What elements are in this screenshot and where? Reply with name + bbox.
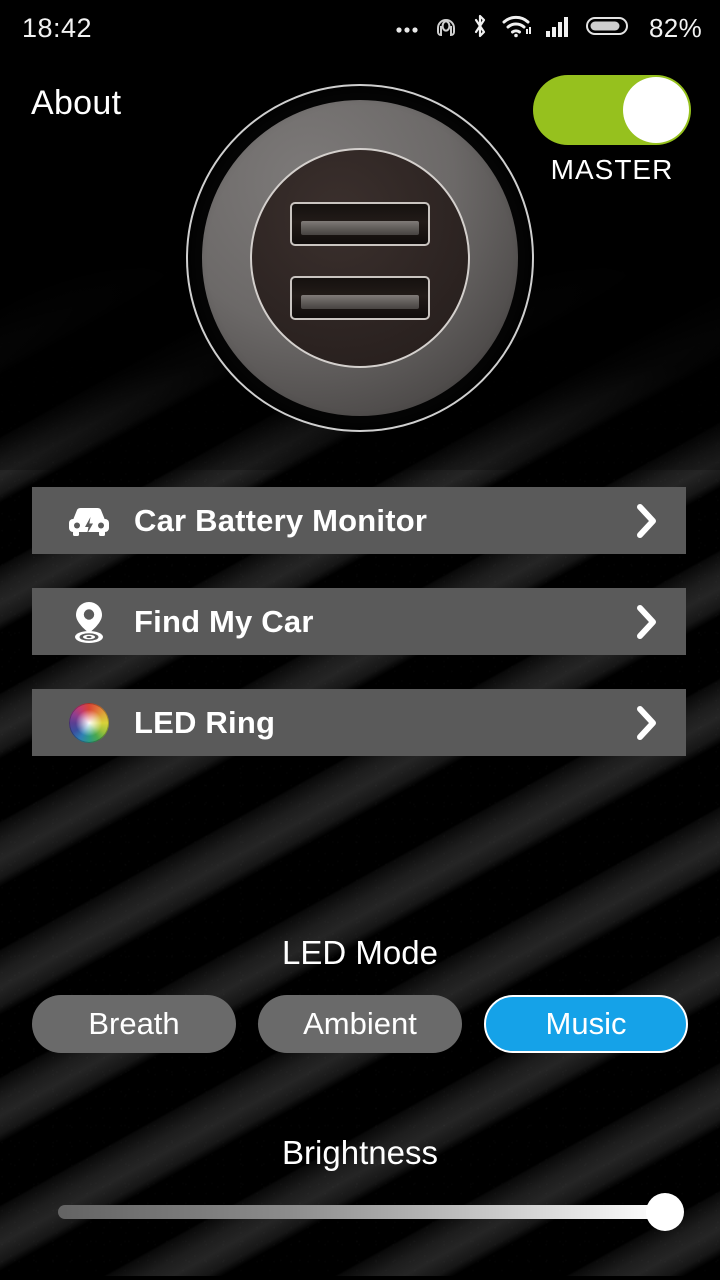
chevron-right-icon[interactable] (634, 501, 660, 541)
brightness-slider-track[interactable] (58, 1205, 664, 1219)
page-title[interactable]: About (31, 84, 121, 123)
brightness-slider[interactable] (58, 1193, 684, 1231)
cell-signal-icon (545, 14, 573, 43)
led-mode-button-group: Breath Ambient Music (32, 995, 688, 1053)
chevron-right-icon[interactable] (634, 602, 660, 642)
usb-port-bottom (290, 276, 430, 320)
led-mode-button-label: Ambient (303, 1006, 417, 1041)
usb-port-top (290, 202, 430, 246)
battery-percent-label: 82% (649, 12, 702, 43)
color-wheel-icon (66, 700, 112, 746)
brightness-slider-thumb[interactable] (646, 1193, 684, 1231)
menu-item-label: LED Ring (134, 704, 276, 740)
status-bar: 18:42 82% (0, 0, 720, 56)
led-mode-breath-button[interactable]: Breath (32, 995, 236, 1053)
menu-item-find-my-car[interactable]: Find My Car (32, 588, 686, 655)
status-icons: 82% (395, 13, 702, 44)
led-mode-ambient-button[interactable]: Ambient (258, 995, 462, 1053)
battery-icon (586, 14, 630, 43)
bottom-edge (0, 1276, 720, 1280)
led-mode-button-label: Music (545, 1006, 627, 1041)
led-mode-button-label: Breath (88, 1006, 180, 1041)
app-screen: 18:42 82% About MASTER Car Battery Monit… (0, 0, 720, 1280)
master-toggle-group: MASTER (526, 75, 698, 186)
menu-item-car-battery-monitor[interactable]: Car Battery Monitor (32, 487, 686, 554)
chevron-right-icon[interactable] (634, 703, 660, 743)
usb-port-contact-bar (301, 295, 419, 309)
status-time: 18:42 (22, 12, 93, 43)
menu-item-label: Find My Car (134, 603, 314, 639)
charger-inner-face (250, 148, 470, 368)
location-pin-icon (66, 599, 112, 645)
master-toggle-label: MASTER (550, 154, 674, 185)
menu-item-label: Car Battery Monitor (134, 502, 428, 538)
brightness-heading: Brightness (282, 1134, 438, 1171)
master-toggle-knob (623, 77, 689, 143)
more-dots-icon (395, 16, 421, 41)
led-mode-heading: LED Mode (282, 934, 438, 971)
bluetooth-icon (471, 13, 489, 44)
menu-list: Car Battery Monitor Find My Car LED Ring (32, 487, 686, 790)
usb-port-contact-bar (301, 221, 419, 235)
car-battery-icon (66, 498, 112, 544)
wifi-icon (502, 13, 532, 44)
led-mode-music-button[interactable]: Music (484, 995, 688, 1053)
usb-car-charger-image (186, 84, 534, 432)
menu-item-led-ring[interactable]: LED Ring (32, 689, 686, 756)
master-toggle[interactable] (533, 75, 691, 145)
headset-icon (434, 13, 458, 44)
